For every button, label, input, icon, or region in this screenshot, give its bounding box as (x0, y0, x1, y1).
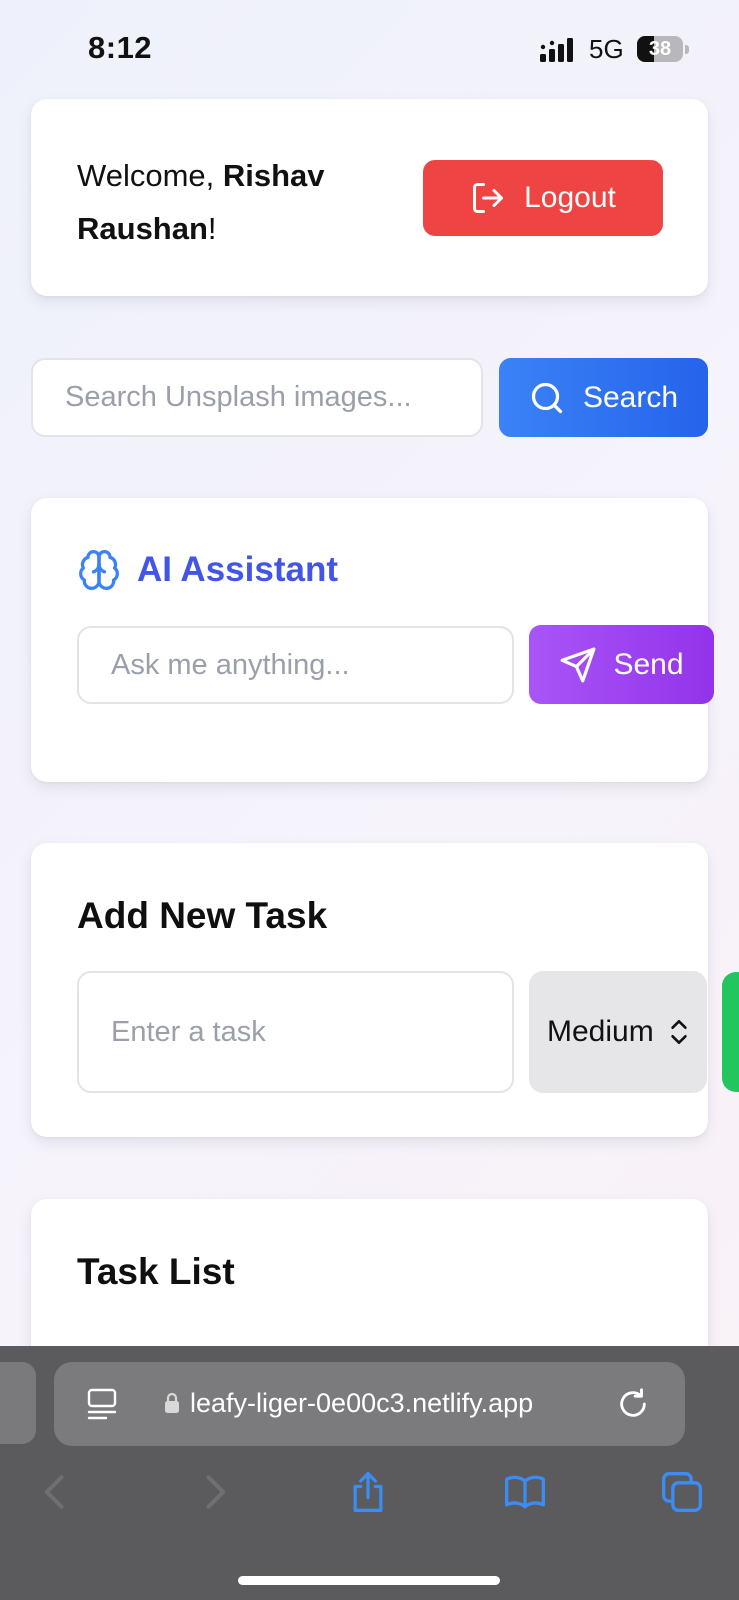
chevron-up-down-icon (670, 1020, 687, 1044)
browser-toolbar: leafy-liger-0e00c3.netlify.app (0, 1346, 739, 1600)
ai-assistant-card: AI Assistant Ask me anything... Send (31, 498, 714, 782)
back-icon[interactable] (34, 1470, 78, 1514)
brain-icon (79, 550, 119, 590)
ai-question-input[interactable]: Ask me anything... (77, 626, 514, 704)
status-bar: 8:12 5G 38 (0, 0, 739, 96)
home-indicator[interactable] (238, 1576, 500, 1585)
search-icon (531, 382, 563, 413)
send-button[interactable]: Send (529, 625, 714, 704)
ai-assistant-title: AI Assistant (137, 550, 338, 589)
forward-icon[interactable] (192, 1470, 236, 1514)
lock-icon (165, 1392, 179, 1413)
add-task-card: Add New Task Enter a task Medium (31, 843, 708, 1137)
priority-value: Medium (547, 1015, 654, 1048)
tabs-icon[interactable] (660, 1470, 704, 1514)
page-menu-icon[interactable] (86, 1387, 118, 1421)
reload-icon[interactable] (616, 1386, 650, 1422)
send-icon (561, 647, 596, 682)
search-button[interactable]: Search (499, 358, 708, 437)
welcome-message: Welcome, Rishav Raushan! (77, 158, 325, 246)
add-task-title: Add New Task (77, 895, 328, 936)
add-task-button[interactable] (722, 972, 739, 1092)
share-icon[interactable] (346, 1470, 390, 1514)
logout-label: Logout (524, 181, 616, 214)
search-label: Search (582, 380, 679, 414)
priority-select[interactable]: Medium (529, 971, 707, 1093)
logout-button[interactable]: Logout (423, 160, 663, 236)
send-label: Send (613, 647, 684, 681)
battery-level: 38 (648, 38, 672, 60)
url-text: leafy-liger-0e00c3.netlify.app (190, 1388, 534, 1418)
address-bar[interactable]: leafy-liger-0e00c3.netlify.app (54, 1362, 685, 1446)
network-type: 5G (589, 34, 624, 64)
battery-icon: 38 (637, 36, 689, 62)
cellular-signal-icon (540, 38, 573, 62)
bookmarks-icon[interactable] (503, 1470, 547, 1514)
search-input[interactable]: Search Unsplash images... (31, 358, 483, 437)
ai-assistant-heading: AI Assistant (77, 548, 338, 592)
task-list-title: Task List (77, 1251, 235, 1292)
logout-icon (473, 183, 504, 213)
welcome-card: Welcome, Rishav Raushan! Logout (31, 99, 708, 296)
previous-tab[interactable] (0, 1362, 36, 1444)
task-input[interactable]: Enter a task (77, 971, 514, 1093)
status-time: 8:12 (88, 30, 153, 65)
